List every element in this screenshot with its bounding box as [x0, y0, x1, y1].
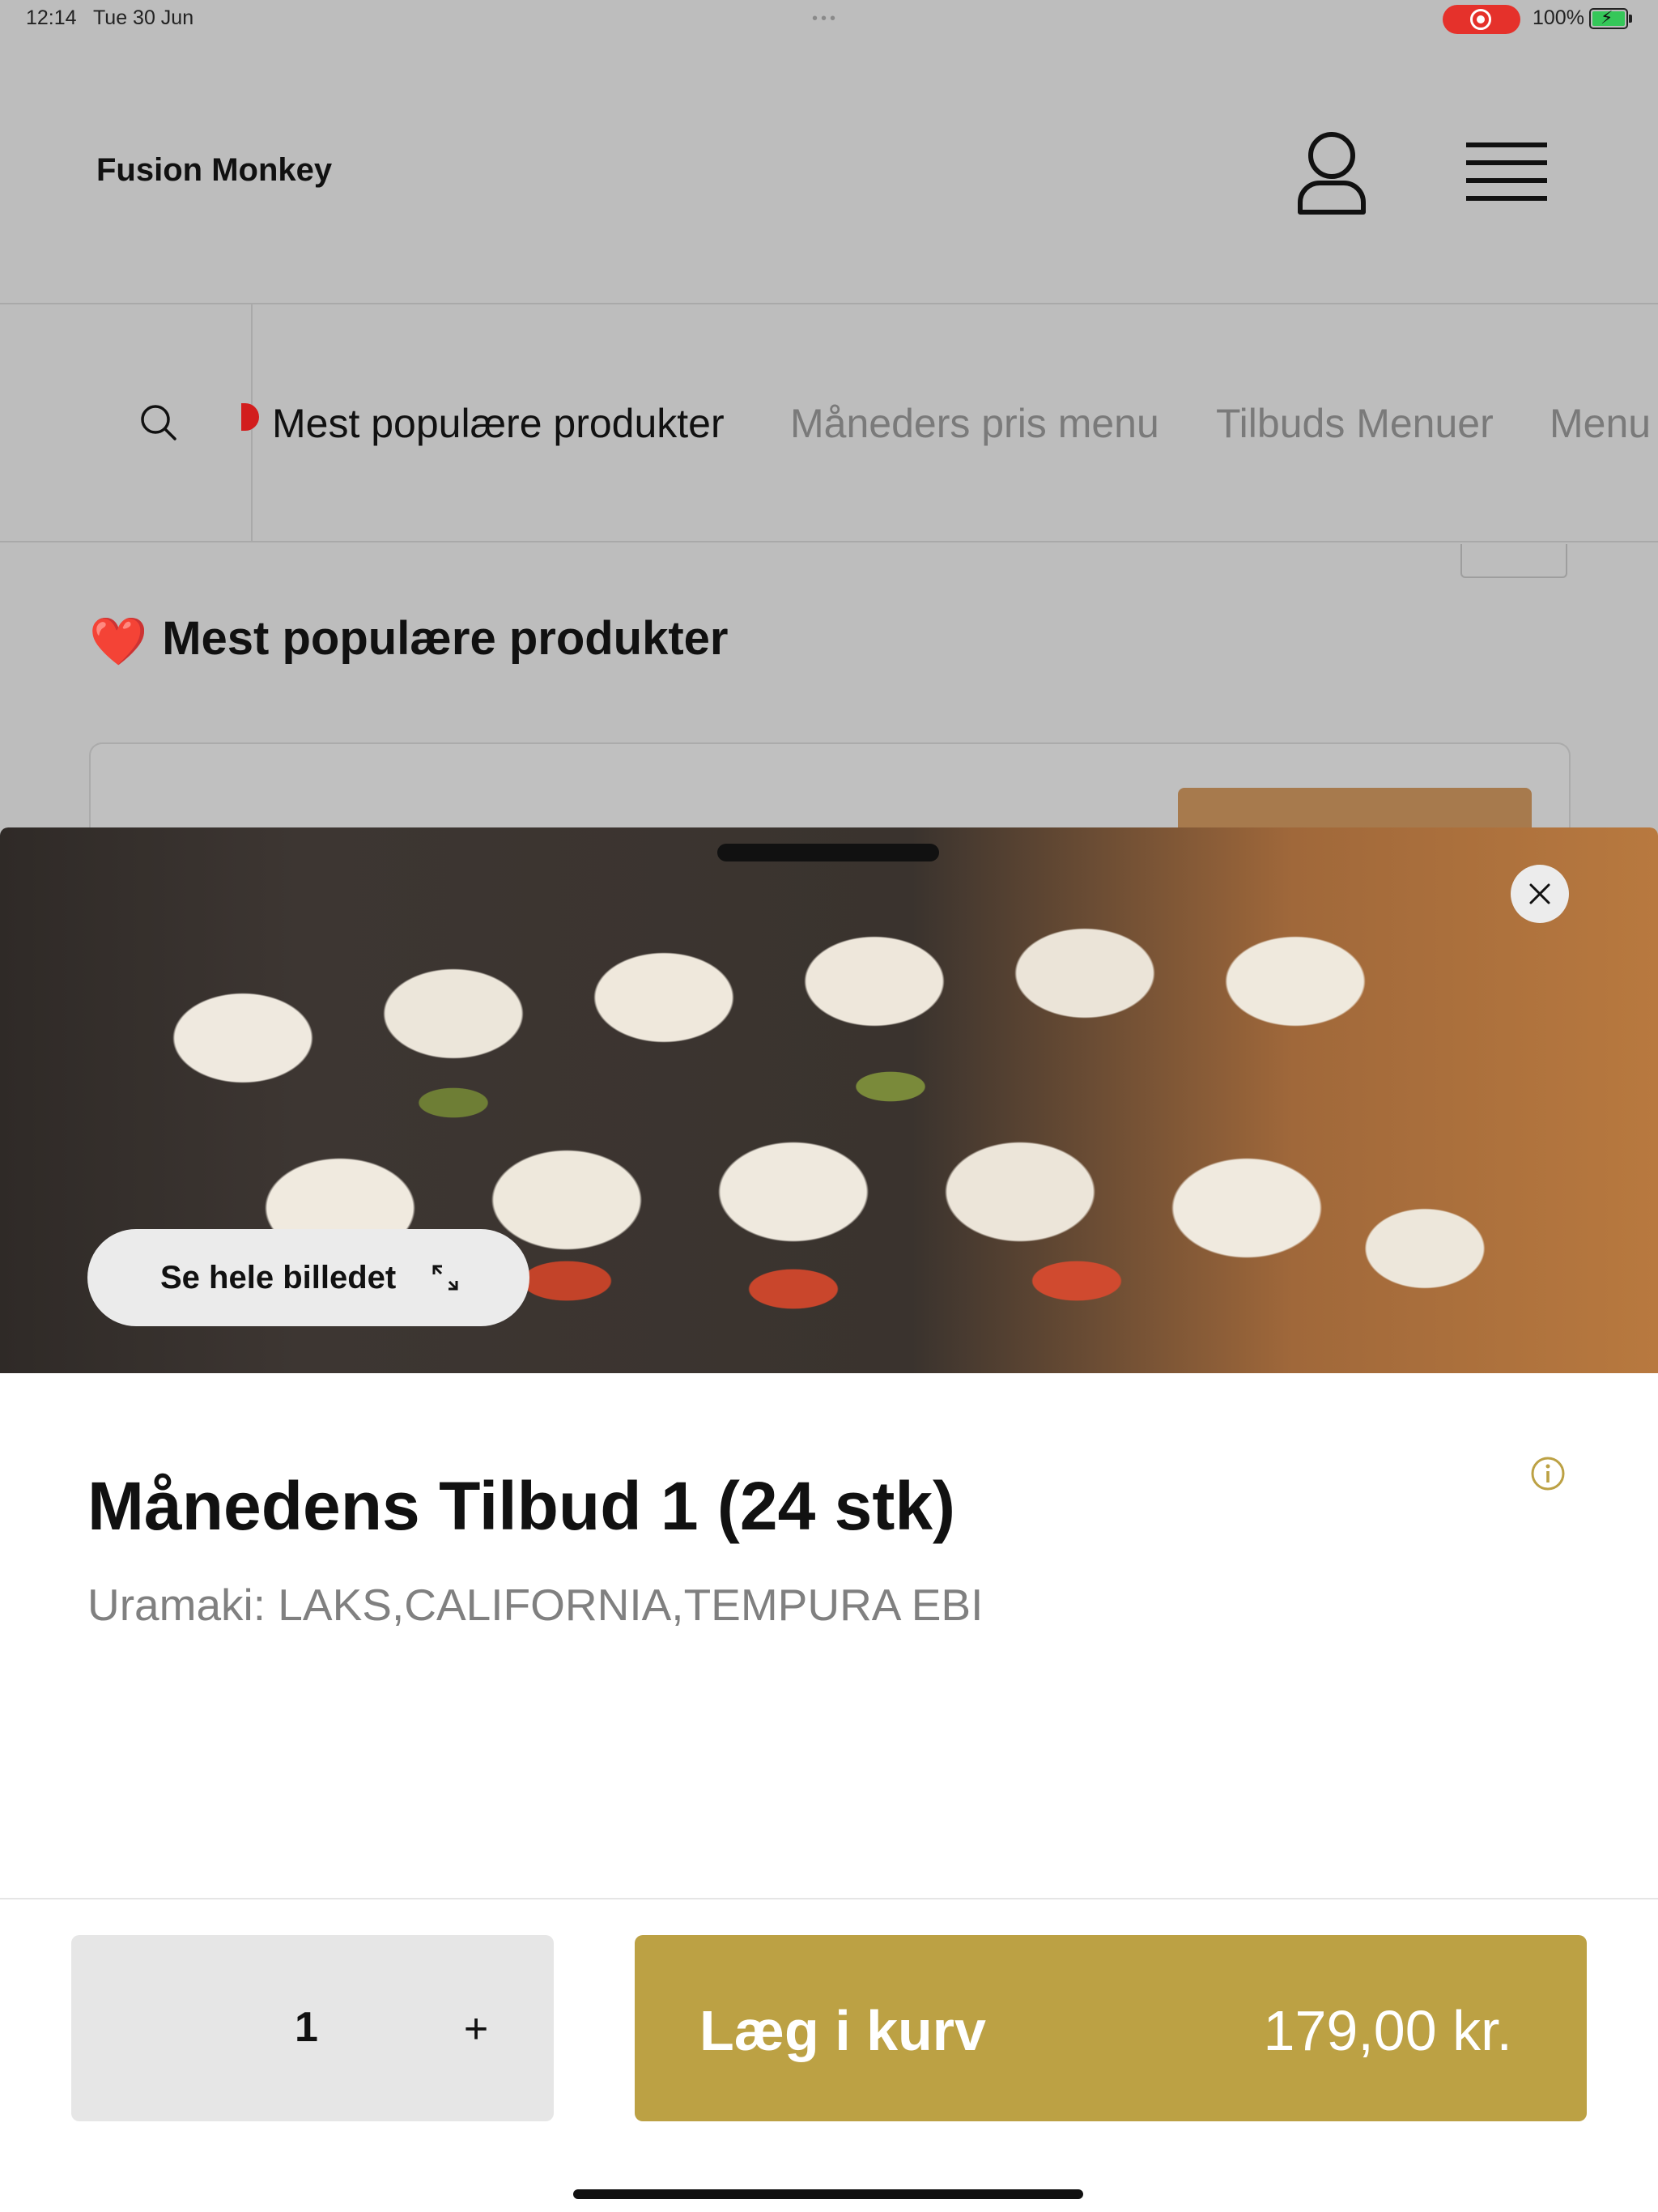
brand-name[interactable]: Fusion Monkey: [96, 152, 332, 189]
quantity-value: 1: [295, 2004, 318, 2051]
status-bar: 12:14 Tue 30 Jun ••• 100% ⚡: [0, 0, 1658, 39]
home-indicator[interactable]: [573, 2189, 1083, 2199]
category-nav: Mest populære produkter Måneders pris me…: [0, 304, 1658, 542]
search-icon: [141, 405, 176, 440]
category-tabs: Mest populære produkter Måneders pris me…: [241, 304, 1658, 541]
multitasking-dots[interactable]: •••: [812, 10, 839, 28]
ghost-button: [1460, 544, 1567, 578]
price-label: 179,00 kr.: [1263, 1999, 1512, 2062]
add-to-cart-label: Læg i kurv: [699, 1999, 986, 2062]
product-modal: Se hele billedet Månedens Tilbud 1 (24 s…: [0, 827, 1658, 2212]
close-icon: [1529, 883, 1550, 904]
view-full-image-button[interactable]: Se hele billedet: [87, 1229, 529, 1326]
product-description: Uramaki: LAKS,CALIFORNIA,TEMPURA EBI: [87, 1580, 984, 1630]
hamburger-menu-icon[interactable]: [1466, 136, 1547, 209]
close-button[interactable]: [1511, 865, 1569, 923]
battery-percent: 100%: [1533, 6, 1584, 29]
battery-icon: ⚡: [1589, 7, 1632, 29]
expand-icon: [432, 1265, 458, 1291]
view-full-image-label: Se hele billedet: [160, 1260, 397, 1295]
tab-tilbuds-menuer[interactable]: Tilbuds Menuer: [1216, 400, 1494, 447]
product-title: Månedens Tilbud 1 (24 stk): [87, 1468, 956, 1544]
increase-quantity-button[interactable]: +: [444, 1998, 508, 2060]
section-title: ❤️ Mest populære produkter: [89, 612, 729, 668]
add-to-cart-button[interactable]: Læg i kurv 179,00 kr.: [635, 1935, 1587, 2121]
screen-recording-indicator[interactable]: [1443, 5, 1520, 34]
search-button[interactable]: [0, 304, 253, 541]
info-icon[interactable]: [1530, 1456, 1566, 1491]
tab-menu[interactable]: Menu: [1550, 400, 1651, 447]
user-icon[interactable]: [1295, 128, 1368, 217]
status-time: 12:14 Tue 30 Jun: [26, 6, 194, 29]
sheet-grabber[interactable]: [717, 844, 939, 861]
heart-icon: [241, 403, 259, 431]
tab-mest-populaere[interactable]: Mest populære produkter: [272, 400, 725, 447]
quantity-stepper: 1 +: [71, 1935, 554, 2121]
footer-divider: [0, 1898, 1658, 1899]
site-header: Fusion Monkey: [0, 39, 1658, 304]
heart-icon: ❤️: [89, 615, 148, 668]
tab-maaneders-pris-menu[interactable]: Måneders pris menu: [790, 400, 1159, 447]
